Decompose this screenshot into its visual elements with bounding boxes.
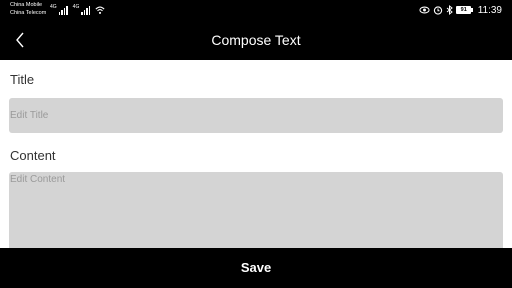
signal-group: 4G 4G xyxy=(50,5,105,15)
status-bar: China Mobile China Telecom 4G 4G 91 11:3… xyxy=(0,0,512,20)
app-bar: Compose Text xyxy=(0,20,512,60)
battery-icon: 91 xyxy=(456,6,473,14)
bluetooth-icon xyxy=(446,4,454,16)
wifi-icon xyxy=(95,6,105,14)
signal-icon xyxy=(81,6,91,15)
status-time: 11:39 xyxy=(477,4,502,16)
carrier-1-label: China Mobile xyxy=(10,2,43,8)
save-button[interactable]: Save xyxy=(0,248,512,288)
status-icons: 91 11:39 xyxy=(419,3,502,17)
eye-icon xyxy=(419,6,430,14)
signal-icon xyxy=(58,6,68,15)
battery-level: 91 xyxy=(456,6,472,14)
title-input[interactable] xyxy=(9,98,503,133)
carrier-2-label: China Telecom xyxy=(10,9,47,16)
network-1-label: 4G xyxy=(50,4,57,10)
title-label: Title xyxy=(10,72,35,87)
content-label: Content xyxy=(10,148,56,163)
content-textarea[interactable] xyxy=(9,172,503,252)
alarm-icon xyxy=(434,6,443,15)
carrier-names: China Mobile China Telecom xyxy=(10,2,46,17)
page-title: Compose Text xyxy=(211,32,301,48)
network-2-label: 4G xyxy=(72,4,80,10)
